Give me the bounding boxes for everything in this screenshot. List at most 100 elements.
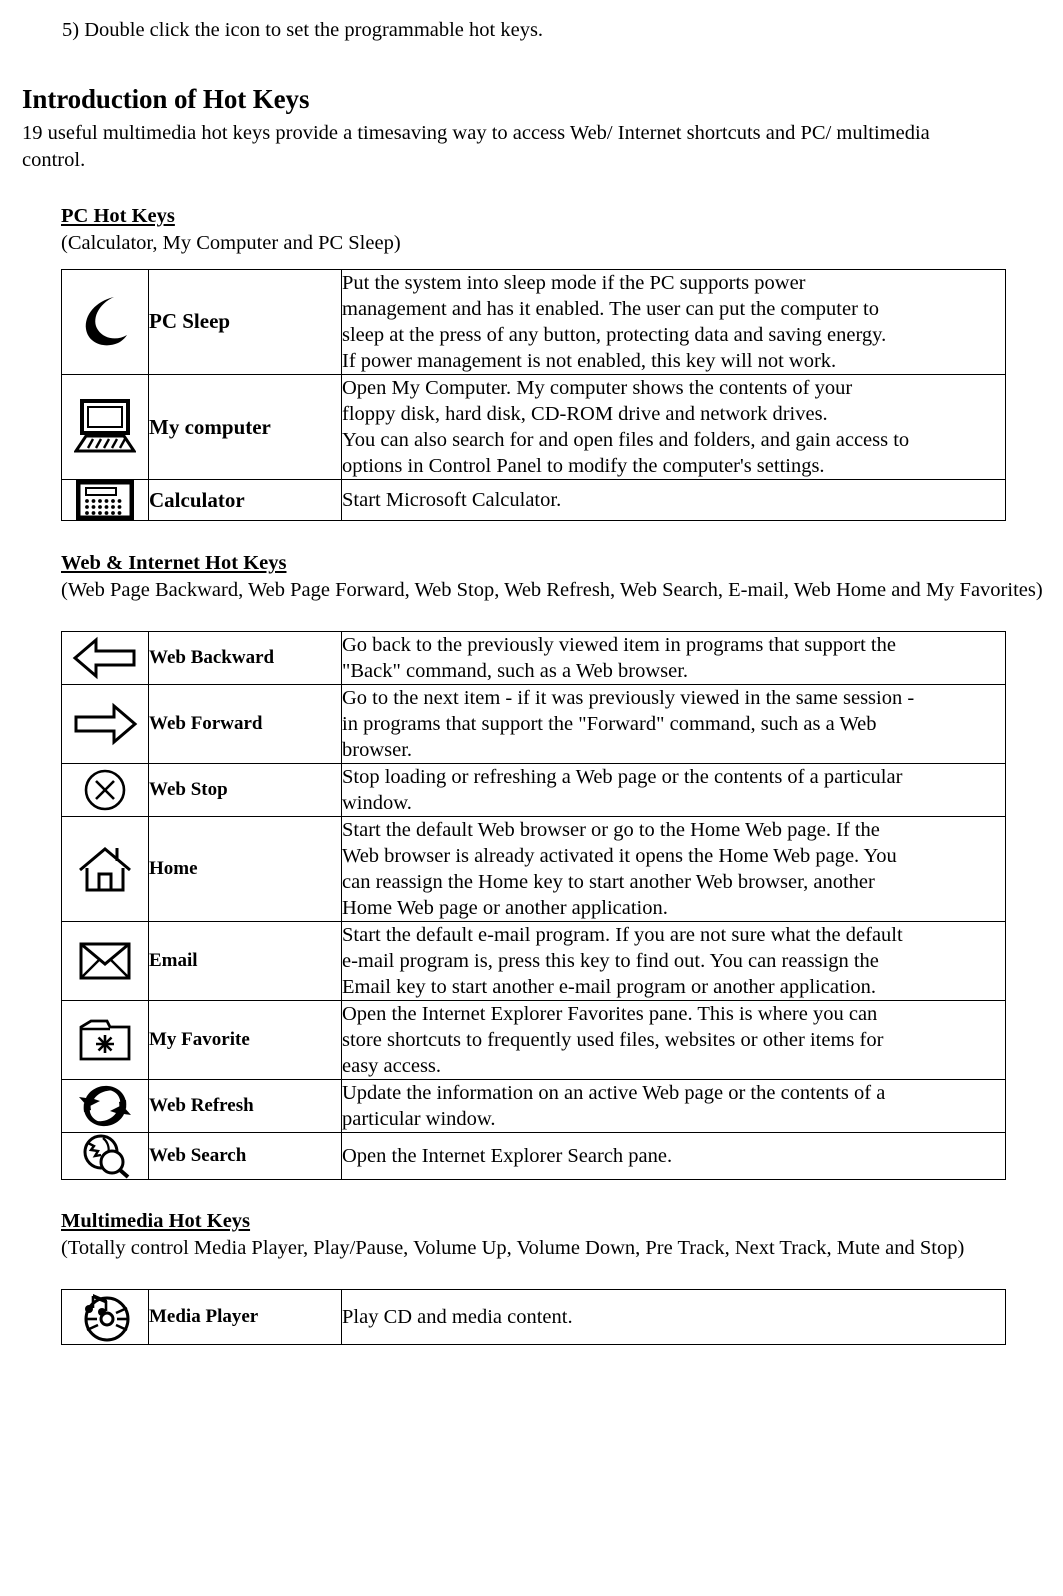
house-home-icon <box>79 846 131 892</box>
group-subtitle-multimedia-line-2: Stop) <box>919 1236 965 1259</box>
cd-music-note-icon <box>84 1293 130 1342</box>
table-row: Email Start the default e-mail program. … <box>61 920 1006 1002</box>
key-desc-web-stop: Stop loading or refreshing a Web page or… <box>341 762 1006 817</box>
table-row: Home Start the default Web browser or go… <box>61 815 1006 922</box>
crescent-moon-icon <box>85 296 127 346</box>
document-page: 5) Double click the icon to set the prog… <box>0 18 1063 1596</box>
key-desc-media-player: Play CD and media content. <box>341 1288 1006 1345</box>
icon-cell-calculator <box>61 479 149 522</box>
table-web-hot-keys: Web Backward Go back to the previously v… <box>61 630 1006 1181</box>
group-subtitle-multimedia-line-1: (Totally control Media Player, Play/Paus… <box>61 1236 915 1259</box>
desc-line: easy access. <box>342 1055 442 1078</box>
group-subtitle-multimedia: (Totally control Media Player, Play/Paus… <box>61 1235 1053 1262</box>
group-subtitle-web-line-2: My Favorites) <box>925 578 1043 601</box>
key-name-web-stop: Web Stop <box>148 762 342 817</box>
globe-magnifier-search-icon <box>83 1134 130 1179</box>
icon-cell-web-refresh <box>61 1079 149 1134</box>
desc-line: sleep at the press of any button, protec… <box>342 323 887 346</box>
key-name-email: Email <box>148 920 342 1002</box>
desc-line: options in Control Panel to modify the c… <box>342 455 825 478</box>
desc-line: Stop loading or refreshing a Web page or… <box>342 765 903 788</box>
key-desc-email: Start the default e-mail program. If you… <box>341 920 1006 1002</box>
desc-line: store shortcuts to frequently used files… <box>342 1029 884 1052</box>
icon-cell-my-favorite <box>61 1000 149 1081</box>
table-pc-hot-keys: PC Sleep Put the system into sleep mode … <box>61 268 1006 522</box>
circle-x-stop-icon <box>84 769 126 811</box>
table-row: Web Search Open the Internet Explorer Se… <box>61 1132 1006 1181</box>
desc-line: Start the default Web browser or go to t… <box>342 818 880 841</box>
desc-line: You can also search for and open files a… <box>342 429 910 452</box>
icon-cell-web-backward <box>61 630 149 685</box>
key-name-my-favorite: My Favorite <box>148 1000 342 1081</box>
key-desc-web-refresh: Update the information on an active Web … <box>341 1079 1006 1134</box>
desc-line: in programs that support the "Forward" c… <box>342 712 877 735</box>
desc-line: "Back" command, such as a Web browser. <box>342 659 689 682</box>
table-row: Media Player Play CD and media content. <box>61 1288 1006 1345</box>
group-multimedia-hot-keys: Multimedia Hot Keys (Totally control Med… <box>61 1209 1041 1261</box>
group-heading-web: Web & Internet Hot Keys <box>61 552 287 575</box>
icon-cell-media-player <box>61 1288 149 1345</box>
key-name-home: Home <box>148 815 342 922</box>
desc-line: browser. <box>342 738 413 761</box>
desc-line: Go back to the previously viewed item in… <box>342 633 896 656</box>
desc-line: Open the Internet Explorer Favorites pan… <box>342 1003 878 1026</box>
key-name-web-forward: Web Forward <box>148 683 342 764</box>
key-desc-calculator: Start Microsoft Calculator. <box>341 479 1006 522</box>
table-row: My Favorite Open the Internet Explorer F… <box>61 1000 1006 1081</box>
desc-line: particular window. <box>342 1108 496 1131</box>
desc-line: management and has it enabled. The user … <box>342 297 879 320</box>
step-note: 5) Double click the icon to set the prog… <box>62 19 544 41</box>
table-row: PC Sleep Put the system into sleep mode … <box>61 268 1006 376</box>
arrow-left-icon <box>72 636 136 679</box>
desc-line: Update the information on an active Web … <box>342 1082 886 1105</box>
group-subtitle-pc: (Calculator, My Computer and PC Sleep) <box>61 232 401 255</box>
key-name-calculator: Calculator <box>148 479 342 522</box>
desc-line: Put the system into sleep mode if the PC… <box>342 271 806 294</box>
section-intro-line-1: 19 useful multimedia hot keys provide a … <box>22 122 832 145</box>
icon-cell-home <box>61 815 149 922</box>
page-title: Introduction of Hot Keys <box>22 83 310 114</box>
icon-cell-web-forward <box>61 683 149 764</box>
icon-cell-web-search <box>61 1132 149 1181</box>
key-desc-my-favorite: Open the Internet Explorer Favorites pan… <box>341 1000 1006 1081</box>
group-heading-multimedia: Multimedia Hot Keys <box>61 1210 251 1233</box>
key-desc-home: Start the default Web browser or go to t… <box>341 815 1006 922</box>
group-subtitle-web-line-1: (Web Page Backward, Web Page Forward, We… <box>61 578 921 601</box>
desc-line: floppy disk, hard disk, CD-ROM drive and… <box>342 403 828 426</box>
desc-line: e-mail program is, press this key to fin… <box>342 949 879 972</box>
key-name-pc-sleep: PC Sleep <box>148 268 342 376</box>
calculator-icon <box>76 480 134 521</box>
group-subtitle-web: (Web Page Backward, Web Page Forward, We… <box>61 577 1053 604</box>
desc-line: Open the Internet Explorer Search pane. <box>342 1145 673 1168</box>
desc-line: Play CD and media content. <box>342 1305 573 1328</box>
group-heading-pc: PC Hot Keys <box>61 205 175 228</box>
icon-cell-web-stop <box>61 762 149 817</box>
section-intro: 19 useful multimedia hot keys provide a … <box>22 120 972 174</box>
refresh-arrows-icon <box>79 1086 131 1127</box>
group-web-internet-hot-keys: Web & Internet Hot Keys (Web Page Backwa… <box>61 551 1043 603</box>
desc-line: window. <box>342 791 412 814</box>
desc-line: Home Web page or another application. <box>342 896 668 919</box>
key-desc-my-computer: Open My Computer. My computer shows the … <box>341 373 1006 481</box>
key-name-web-backward: Web Backward <box>148 630 342 685</box>
table-row: Web Forward Go to the next item - if it … <box>61 683 1006 764</box>
icon-cell-my-computer <box>61 373 149 481</box>
table-multimedia-hot-keys: Media Player Play CD and media content. <box>61 1288 1006 1345</box>
arrow-right-icon <box>74 702 138 745</box>
desc-line: Open My Computer. My computer shows the … <box>342 377 853 399</box>
key-desc-web-backward: Go back to the previously viewed item in… <box>341 630 1006 685</box>
key-desc-web-search: Open the Internet Explorer Search pane. <box>341 1132 1006 1181</box>
desc-line: Web browser is already activated it open… <box>342 844 897 867</box>
key-desc-web-forward: Go to the next item - if it was previous… <box>341 683 1006 764</box>
icon-cell-email <box>61 920 149 1002</box>
desc-line: Email key to start another e-mail progra… <box>342 976 876 998</box>
desc-line: Start the default e-mail program. If you… <box>342 923 903 946</box>
table-row: Web Backward Go back to the previously v… <box>61 630 1006 685</box>
group-pc-hot-keys: PC Hot Keys (Calculator, My Computer and… <box>61 204 1041 256</box>
desc-line: If power management is not enabled, this… <box>342 349 837 372</box>
table-row: Web Stop Stop loading or refreshing a We… <box>61 762 1006 817</box>
envelope-email-icon <box>79 942 131 980</box>
desc-line: Start Microsoft Calculator. <box>342 489 562 512</box>
key-name-media-player: Media Player <box>148 1288 342 1345</box>
table-row: My computer Open My Computer. My compute… <box>61 373 1006 481</box>
